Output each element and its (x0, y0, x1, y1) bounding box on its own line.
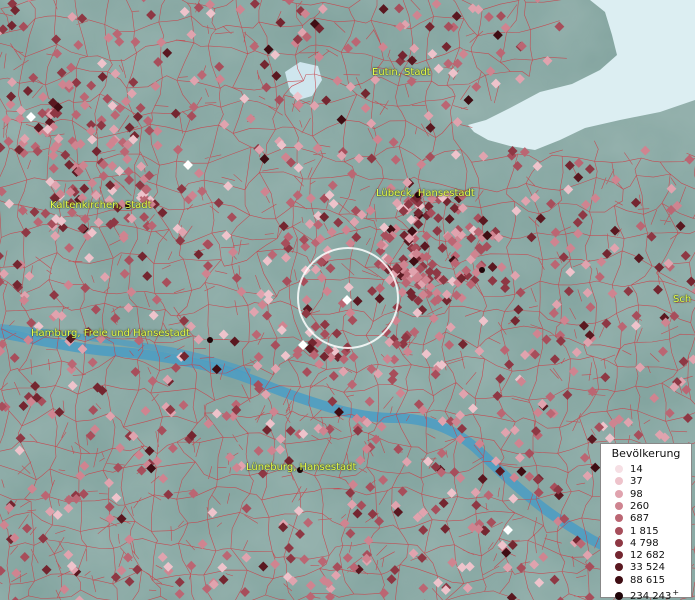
city-label-schwerin: Sch (673, 294, 692, 305)
map-view[interactable]: Eutin, Stadt Lübeck, Hansestadt Kaltenki… (0, 0, 695, 600)
legend-label: 260 (630, 500, 650, 512)
legend-item: 98 (615, 489, 643, 501)
city-label-luebeck: Lübeck, Hansestadt (376, 188, 475, 199)
legend-label: 98 (630, 488, 643, 500)
legend-swatch (615, 538, 623, 547)
legend-label: 37 (630, 476, 643, 488)
legend-label: 88 615 (630, 574, 665, 586)
city-label-eutin: Eutin, Stadt (372, 67, 431, 78)
legend-swatch (615, 592, 623, 600)
legend-swatch (615, 489, 623, 498)
city-label-lueneburg: Lüneburg, Hansestadt (246, 462, 357, 473)
legend-swatch (615, 563, 623, 572)
legend-item: 88 615 (615, 575, 665, 587)
city-center-marker[interactable] (479, 267, 485, 273)
legend-label: 4 798 (630, 537, 659, 549)
legend-item: 1 815 (615, 526, 659, 538)
legend-item: 37 (615, 476, 643, 488)
legend-item: 687 (615, 513, 649, 525)
legend-swatch (615, 465, 623, 473)
legend-swatch (615, 501, 623, 510)
legend-item: 260 (615, 501, 649, 513)
legend-item: 14 (615, 464, 643, 476)
city-center-marker[interactable] (207, 337, 213, 343)
city-label-kaltenkirchen: Kaltenkirchen, Stadt (50, 200, 152, 211)
legend-swatch (615, 477, 623, 486)
legend-label: 12 682 (630, 550, 665, 562)
city-label-hamburg: Hamburg, Freie und Hansestadt (31, 328, 190, 339)
map-canvas[interactable] (0, 0, 695, 600)
legend-label: 33 524 (630, 562, 665, 574)
legend-item: 12 682 (615, 550, 665, 562)
legend-item: 234 243+ (615, 587, 680, 600)
legend-swatch (615, 514, 623, 523)
legend-swatch (615, 575, 623, 584)
legend-swatch (615, 526, 623, 535)
legend-item: 4 798 (615, 538, 659, 550)
legend-swatch (615, 551, 623, 560)
legend-label: 14 (630, 464, 643, 475)
legend-label: 234 243 (630, 591, 672, 600)
legend-label: 1 815 (630, 525, 659, 537)
legend-label: 687 (630, 513, 650, 525)
legend-item: 33 524 (615, 562, 665, 574)
legend-plus: + (672, 588, 680, 597)
legend-title: Bevölkerung (611, 447, 681, 460)
population-legend: Bevölkerung 14 37 98 260 687 1 815 4 798 12 682… (600, 443, 692, 600)
